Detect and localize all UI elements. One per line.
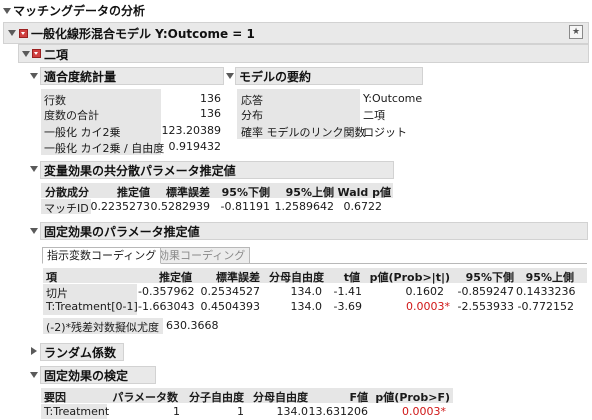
column-header: 95%上側 [285,186,334,199]
table-cell: 1.2589642 [274,200,335,213]
table-row-label: T:Treatment [44,405,110,418]
table-cell: -0.859247 [457,285,514,298]
table-cell: 134.0 [290,285,323,298]
collapse-triangle-icon[interactable] [30,372,38,378]
column-header: 分母自由度 [269,271,324,284]
column-header: 分子自由度 [189,391,244,404]
model-summary-label: 分布 [241,109,263,122]
significant-p-value: 0.0003* [402,405,446,418]
loglik-label: (-2)*残差対数擬似尤度 [46,321,160,334]
random-cov-title: 変量効果の共分散パラメータ推定値 [44,164,236,178]
fit-stats-title: 適合度統計量 [44,70,117,84]
model-summary-label: 確率 モデルのリンク関数 [241,126,366,139]
fit-stat-label: 行数 [44,94,66,107]
column-header: 推定値 [117,186,150,199]
table-cell: 0.1433236 [516,285,576,298]
binomial-title: 二項 [44,48,69,62]
fit-stat-value: 0.919432 [168,140,222,153]
collapse-triangle-icon[interactable] [30,73,38,79]
red-triangle-menu-icon[interactable] [19,29,28,38]
tab-effect-coding[interactable]: 効果コーディング [153,247,251,264]
column-header: パラメータ数 [112,391,178,404]
column-header: t値 [343,271,360,284]
collapse-triangle-icon[interactable] [3,8,11,14]
table-cell: 0.6722 [343,200,383,213]
loglik-value: 630.3668 [166,319,219,332]
collapse-triangle-icon[interactable] [30,166,38,172]
fit-stat-label: 度数の合計 [44,109,99,122]
column-header: 95%下側 [465,271,514,284]
column-header: 標準誤差 [166,186,210,199]
collapse-triangle-icon[interactable] [226,73,234,79]
model-summary-value: 二項 [363,109,385,122]
significant-p-value: 0.0003* [406,300,450,313]
column-header: F値 [349,391,368,404]
table-cell: 0.2235273 [90,200,151,213]
fit-stat-value: 123.20389 [161,124,222,137]
fit-stat-value: 136 [200,107,221,120]
table-cell: 1 [237,405,244,418]
model-summary-label: 応答 [241,94,263,107]
table-row-label: T:Treatment[0-1] [46,300,138,313]
binomial-outline-bar [18,44,589,63]
model-summary-value: ロジット [363,126,407,139]
table-cell: 0.2534527 [200,285,261,298]
table-cell: 0.5282939 [150,200,211,213]
column-header: Wald p値 [337,186,391,199]
model-summary-value: Y:Outcome [363,92,423,105]
collapse-triangle-icon[interactable] [30,228,38,234]
column-header: 95%下側 [221,186,270,199]
column-header: 95%上側 [525,271,574,284]
table-cell: -1.663043 [138,300,195,313]
table-cell: -2.553933 [457,300,514,313]
fixed-tests-title: 固定効果の検定 [44,369,129,383]
column-header: p値(Prob>|t|) [369,271,450,284]
table-cell: -0.772152 [517,300,574,313]
model-summary-title: モデルの要約 [239,70,312,84]
column-header: 分母自由度 [253,391,308,404]
model-title: 一般化線形混合モデル Y:Outcome = 1 [31,27,255,41]
column-header: 項 [46,271,57,284]
collapse-triangle-icon[interactable] [8,30,16,36]
fixed-params-title: 固定効果のパラメータ推定値 [44,225,200,239]
collapse-triangle-icon[interactable] [22,51,30,57]
star-icon[interactable]: ★ [569,25,583,39]
table-cell: 0.4504393 [200,300,261,313]
red-triangle-menu-icon[interactable] [32,49,41,58]
table-cell: -1.41 [333,285,362,298]
table-cell: 134.0 [290,300,323,313]
fit-stat-label: 一般化 カイ2乗 [44,126,121,139]
table-row-label: 切片 [46,287,68,300]
random-coef-title: ランダム係数 [44,346,117,360]
column-header: 推定値 [159,271,192,284]
report-title: マッチングデータの分析 [13,4,146,18]
table-cell: 1 [173,405,180,418]
column-header: 標準誤差 [216,271,260,284]
expand-triangle-icon[interactable] [31,347,37,355]
column-header: 分散成分 [45,186,89,199]
table-cell: -0.357962 [138,285,195,298]
table-cell: 134.0 [276,405,309,418]
table-cell: -0.81191 [220,200,270,213]
column-header: 要因 [44,391,66,404]
table-cell: 0.1602 [405,285,445,298]
table-row-label: マッチID [44,202,89,215]
column-header: p値(Prob>F) [375,391,450,404]
tab-indicator-coding[interactable]: 指示変数コーディング [42,247,162,264]
fit-stat-value: 136 [200,92,221,105]
table-cell: 13.631206 [308,405,369,418]
table-cell: -3.69 [333,300,362,313]
fit-stat-label: 一般化 カイ2乗 / 自由度 [44,142,165,155]
